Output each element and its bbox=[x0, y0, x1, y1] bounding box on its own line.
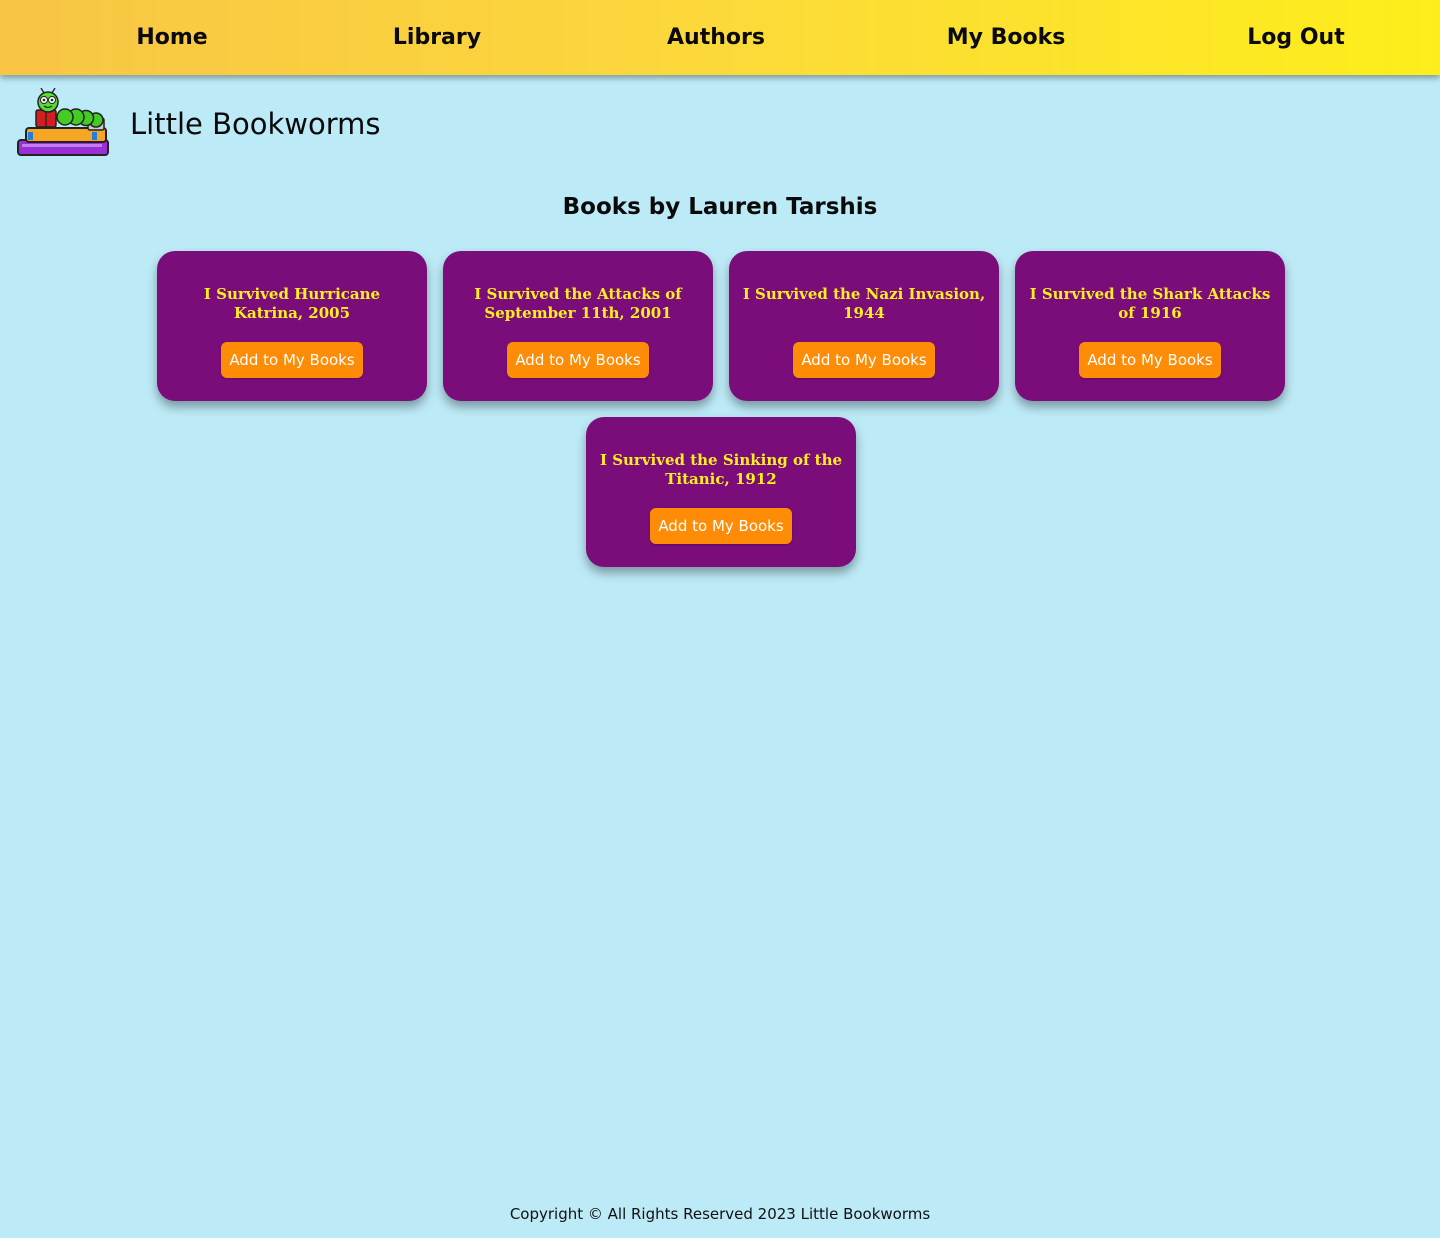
page-title: Books by Lauren Tarshis bbox=[562, 194, 878, 220]
brand-header: Little Bookworms bbox=[16, 88, 380, 160]
nav-log-out[interactable]: Log Out bbox=[1247, 0, 1344, 75]
nav-authors[interactable]: Authors bbox=[667, 0, 765, 75]
book-title: I Survived the Sinking of the Titanic, 1… bbox=[599, 451, 843, 488]
nav-my-books[interactable]: My Books bbox=[947, 0, 1066, 75]
book-title: I Survived the Nazi Invasion, 1944 bbox=[742, 285, 986, 322]
book-card: I Survived Hurricane Katrina, 2005 Add t… bbox=[157, 251, 427, 401]
book-title: I Survived the Attacks of September 11th… bbox=[474, 285, 682, 322]
bookworm-on-books-icon bbox=[17, 88, 109, 156]
add-to-my-books-button[interactable]: Add to My Books bbox=[793, 342, 935, 378]
book-card: I Survived the Attacks of September 11th… bbox=[443, 251, 713, 401]
footer-copyright: Copyright © All Rights Reserved 2023 Lit… bbox=[509, 1205, 931, 1223]
add-to-my-books-button[interactable]: Add to My Books bbox=[650, 508, 792, 544]
book-card: I Survived the Nazi Invasion, 1944 Add t… bbox=[729, 251, 999, 401]
nav-library[interactable]: Library bbox=[393, 0, 481, 75]
book-title: I Survived the Shark Attacks of 1916 bbox=[1029, 285, 1271, 322]
book-card: I Survived the Sinking of the Titanic, 1… bbox=[586, 417, 856, 567]
add-to-my-books-button[interactable]: Add to My Books bbox=[221, 342, 363, 378]
book-title: I Survived Hurricane Katrina, 2005 bbox=[203, 285, 381, 322]
add-to-my-books-button[interactable]: Add to My Books bbox=[507, 342, 649, 378]
nav-home[interactable]: Home bbox=[136, 0, 207, 75]
add-to-my-books-button[interactable]: Add to My Books bbox=[1079, 342, 1221, 378]
book-card: I Survived the Shark Attacks of 1916 Add… bbox=[1015, 251, 1285, 401]
site-title: Little Bookworms bbox=[130, 107, 381, 141]
top-navbar: Home Library Authors My Books Log Out bbox=[0, 0, 1440, 75]
